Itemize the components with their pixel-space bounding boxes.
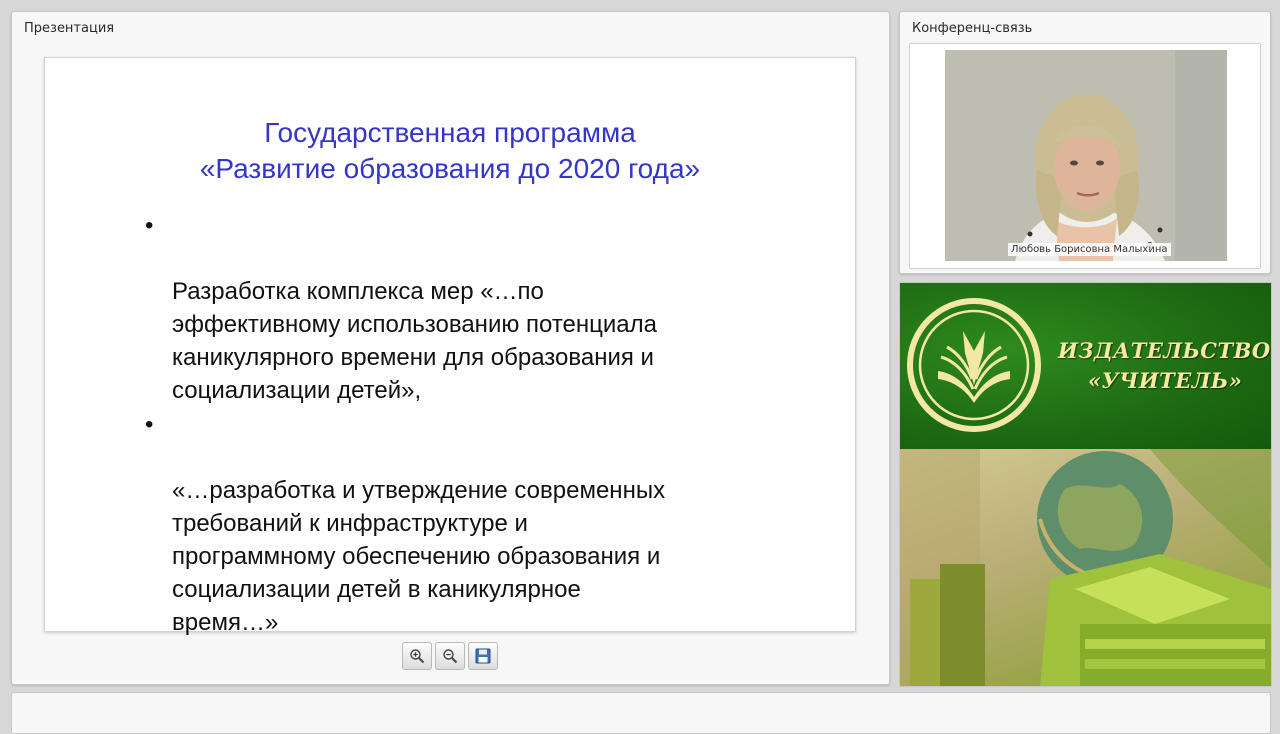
slide-bullet-item: • «…разработка и утверждение современных…	[145, 408, 845, 639]
slide-bullet-item: • Разработка комплекса мер «…по эффектив…	[145, 209, 845, 407]
publisher-logo-icon	[907, 298, 1041, 432]
slide-bullet-list: • Разработка комплекса мер «…по эффектив…	[145, 209, 845, 640]
zoom-in-button[interactable]	[402, 642, 432, 670]
floppy-disk-icon	[475, 648, 491, 664]
globe-and-books-image	[900, 449, 1271, 686]
zoom-in-icon	[410, 649, 425, 664]
bottom-panel	[11, 692, 1271, 734]
zoom-out-button[interactable]	[435, 642, 465, 670]
conference-panel-title: Конференц-связь	[912, 21, 1033, 36]
slide-title-line-1: Государственная программа	[264, 117, 636, 148]
speaker-name-label: Любовь Борисовна Малыхина	[1008, 243, 1171, 256]
presentation-panel: Презентация Государственная программа «Р…	[11, 11, 890, 685]
zoom-out-icon	[443, 649, 458, 664]
presentation-slide: Государственная программа «Развитие обра…	[44, 57, 856, 636]
bullet-marker: •	[145, 411, 154, 438]
speaker-video-image	[945, 50, 1227, 261]
slide-bullet-text: «…разработка и утверждение современных т…	[172, 477, 666, 636]
slide-bullet-text: Разработка комплекса мер «…по эффективно…	[172, 278, 658, 404]
bullet-marker: •	[145, 212, 154, 239]
publisher-name-line-1: ИЗДАТЕЛЬСТВО	[1058, 338, 1271, 363]
publisher-banner: ИЗДАТЕЛЬСТВО «УЧИТЕЛЬ»	[899, 282, 1272, 687]
video-frame: Любовь Борисовна Малыхина	[909, 43, 1261, 269]
speaker-video: Любовь Борисовна Малыхина	[945, 50, 1227, 261]
save-button[interactable]	[468, 642, 498, 670]
presentation-panel-title: Презентация	[24, 21, 115, 36]
conference-panel: Конференц-связь Любовь Борисовна Малыхин…	[899, 11, 1271, 274]
publisher-banner-header: ИЗДАТЕЛЬСТВО «УЧИТЕЛЬ»	[900, 283, 1271, 449]
slide-title-line-2: «Развитие образования до 2020 года»	[199, 153, 701, 184]
publisher-banner-image	[900, 449, 1271, 686]
publisher-name-line-2: «УЧИТЕЛЬ»	[1088, 368, 1243, 393]
